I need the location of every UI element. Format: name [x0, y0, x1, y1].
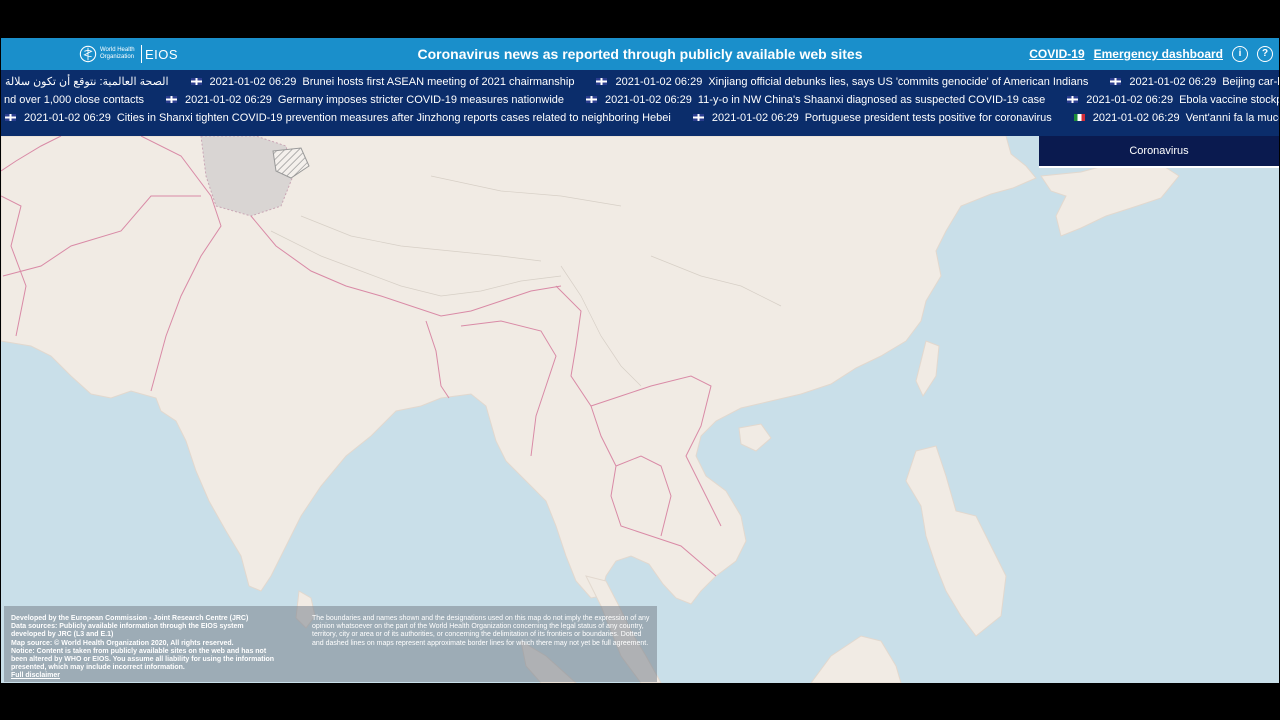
- news-item[interactable]: nd over 1,000 close contacts: [4, 91, 144, 109]
- news-item[interactable]: 2021-01-02 06:29 Xinjiang official debunk…: [596, 73, 1088, 91]
- news-ticker: الصحة العالمية: نتوقع أن تكون سلالة 2021-…: [1, 70, 1279, 136]
- ticker-row-3: 2021-01-02 06:29 Cities in Shanxi tighten…: [1, 109, 1279, 127]
- news-headline: Ebola vaccine stockpile set: [1179, 94, 1279, 106]
- covid19-link[interactable]: COVID-19: [1029, 47, 1084, 61]
- news-headline: Cities in Shanxi tighten COVID-19 preven…: [116, 112, 671, 124]
- news-headline: Germany imposes stricter COVID-19 measur…: [277, 94, 564, 106]
- flag-icon: [5, 113, 16, 121]
- news-timestamp: 2021-01-02 06:29: [605, 94, 692, 106]
- news-timestamp: 2021-01-02 06:29: [209, 76, 297, 88]
- flag-icon: [190, 77, 202, 85]
- news-headline: Beijing car-hailing platfor: [1222, 76, 1279, 88]
- world-map[interactable]: [1, 136, 1279, 683]
- credits-line: Data sources: Publicly available informa…: [11, 623, 244, 631]
- news-timestamp: 2021-01-02 06:29: [1086, 94, 1174, 106]
- app-frame: World Health Organization EIOS Coronavir…: [1, 38, 1279, 683]
- coronavirus-tab[interactable]: Coronavirus: [1039, 136, 1279, 168]
- news-item[interactable]: 2021-01-02 06:29 Vent'anni fa la mucca pa…: [1073, 109, 1279, 127]
- news-timestamp: 2021-01-02 06:29: [1129, 76, 1217, 88]
- emergency-dashboard-link[interactable]: Emergency dashboard: [1094, 47, 1223, 61]
- news-timestamp: 2021-01-02 06:29: [615, 76, 703, 88]
- news-item[interactable]: 2021-01-02 06:29 Ebola vaccine stockpile …: [1067, 91, 1279, 109]
- news-item[interactable]: 2021-01-02 06:29 Beijing car-hailing plat…: [1110, 73, 1279, 91]
- credits-line: Map source: © World Health Organization …: [11, 639, 234, 647]
- ticker-row-1: الصحة العالمية: نتوقع أن تكون سلالة 2021-…: [1, 73, 1279, 91]
- ticker-row-2: nd over 1,000 close contacts 2021-01-02 0…: [1, 91, 1279, 109]
- news-item[interactable]: 2021-01-02 06:29 Brunei hosts first ASEAN…: [190, 73, 575, 91]
- flag-icon: [586, 95, 597, 103]
- news-headline: Vent'anni fa la mucca pazza: [1185, 112, 1279, 124]
- news-headline: Portuguese president tests positive for …: [804, 112, 1052, 124]
- full-disclaimer-link[interactable]: Full disclaimer: [11, 672, 60, 679]
- info-icon[interactable]: i: [1232, 46, 1248, 62]
- news-item[interactable]: 2021-01-02 06:29 Portuguese president tes…: [692, 109, 1052, 127]
- news-item[interactable]: 2021-01-02 06:29 Germany imposes stricter…: [166, 91, 564, 109]
- flag-icon: [596, 77, 608, 85]
- top-header: World Health Organization EIOS Coronavir…: [1, 38, 1279, 70]
- news-timestamp: 2021-01-02 06:29: [185, 94, 272, 106]
- news-headline: 11-y-o in NW China's Shaanxi diagnosed a…: [697, 94, 1046, 106]
- news-timestamp: 2021-01-02 06:29: [1092, 112, 1180, 124]
- news-item[interactable]: الصحة العالمية: نتوقع أن تكون سلالة: [5, 73, 169, 91]
- news-headline: nd over 1,000 close contacts: [4, 94, 145, 106]
- news-item[interactable]: 2021-01-02 06:29 11-y-o in NW China's Sha…: [586, 91, 1045, 109]
- boundaries-disclaimer: The boundaries and names shown and the d…: [312, 615, 650, 647]
- news-timestamp: 2021-01-02 06:29: [24, 112, 111, 124]
- credits-line: been altered by WHO or EIOS. You assume …: [11, 656, 275, 664]
- news-headline: Xinjiang official debunks lies, says US …: [708, 76, 1089, 88]
- flag-icon: [1110, 77, 1122, 85]
- news-timestamp: 2021-01-02 06:29: [711, 112, 799, 124]
- header-links: COVID-19 Emergency dashboard i ?: [1029, 38, 1273, 70]
- flag-icon: [1073, 113, 1085, 121]
- credits-line: Notice: Content is taken from publicly a…: [11, 647, 267, 655]
- news-headline: Brunei hosts first ASEAN meeting of 2021…: [302, 76, 575, 88]
- news-headline: الصحة العالمية: نتوقع أن تكون سلالة: [5, 76, 169, 88]
- credits-text: Developed by the European Commission - J…: [11, 615, 301, 681]
- credits-line: Developed by the European Commission - J…: [11, 615, 249, 622]
- credits-line: presented, which may include incorrect i…: [11, 664, 185, 672]
- flag-icon: [1067, 95, 1079, 103]
- flag-icon: [166, 95, 178, 103]
- credits-line: developed by JRC (L3 and E.1): [11, 631, 114, 639]
- news-item[interactable]: 2021-01-02 06:29 Cities in Shanxi tighten…: [5, 109, 671, 127]
- help-icon[interactable]: ?: [1257, 46, 1273, 62]
- flag-icon: [692, 113, 704, 121]
